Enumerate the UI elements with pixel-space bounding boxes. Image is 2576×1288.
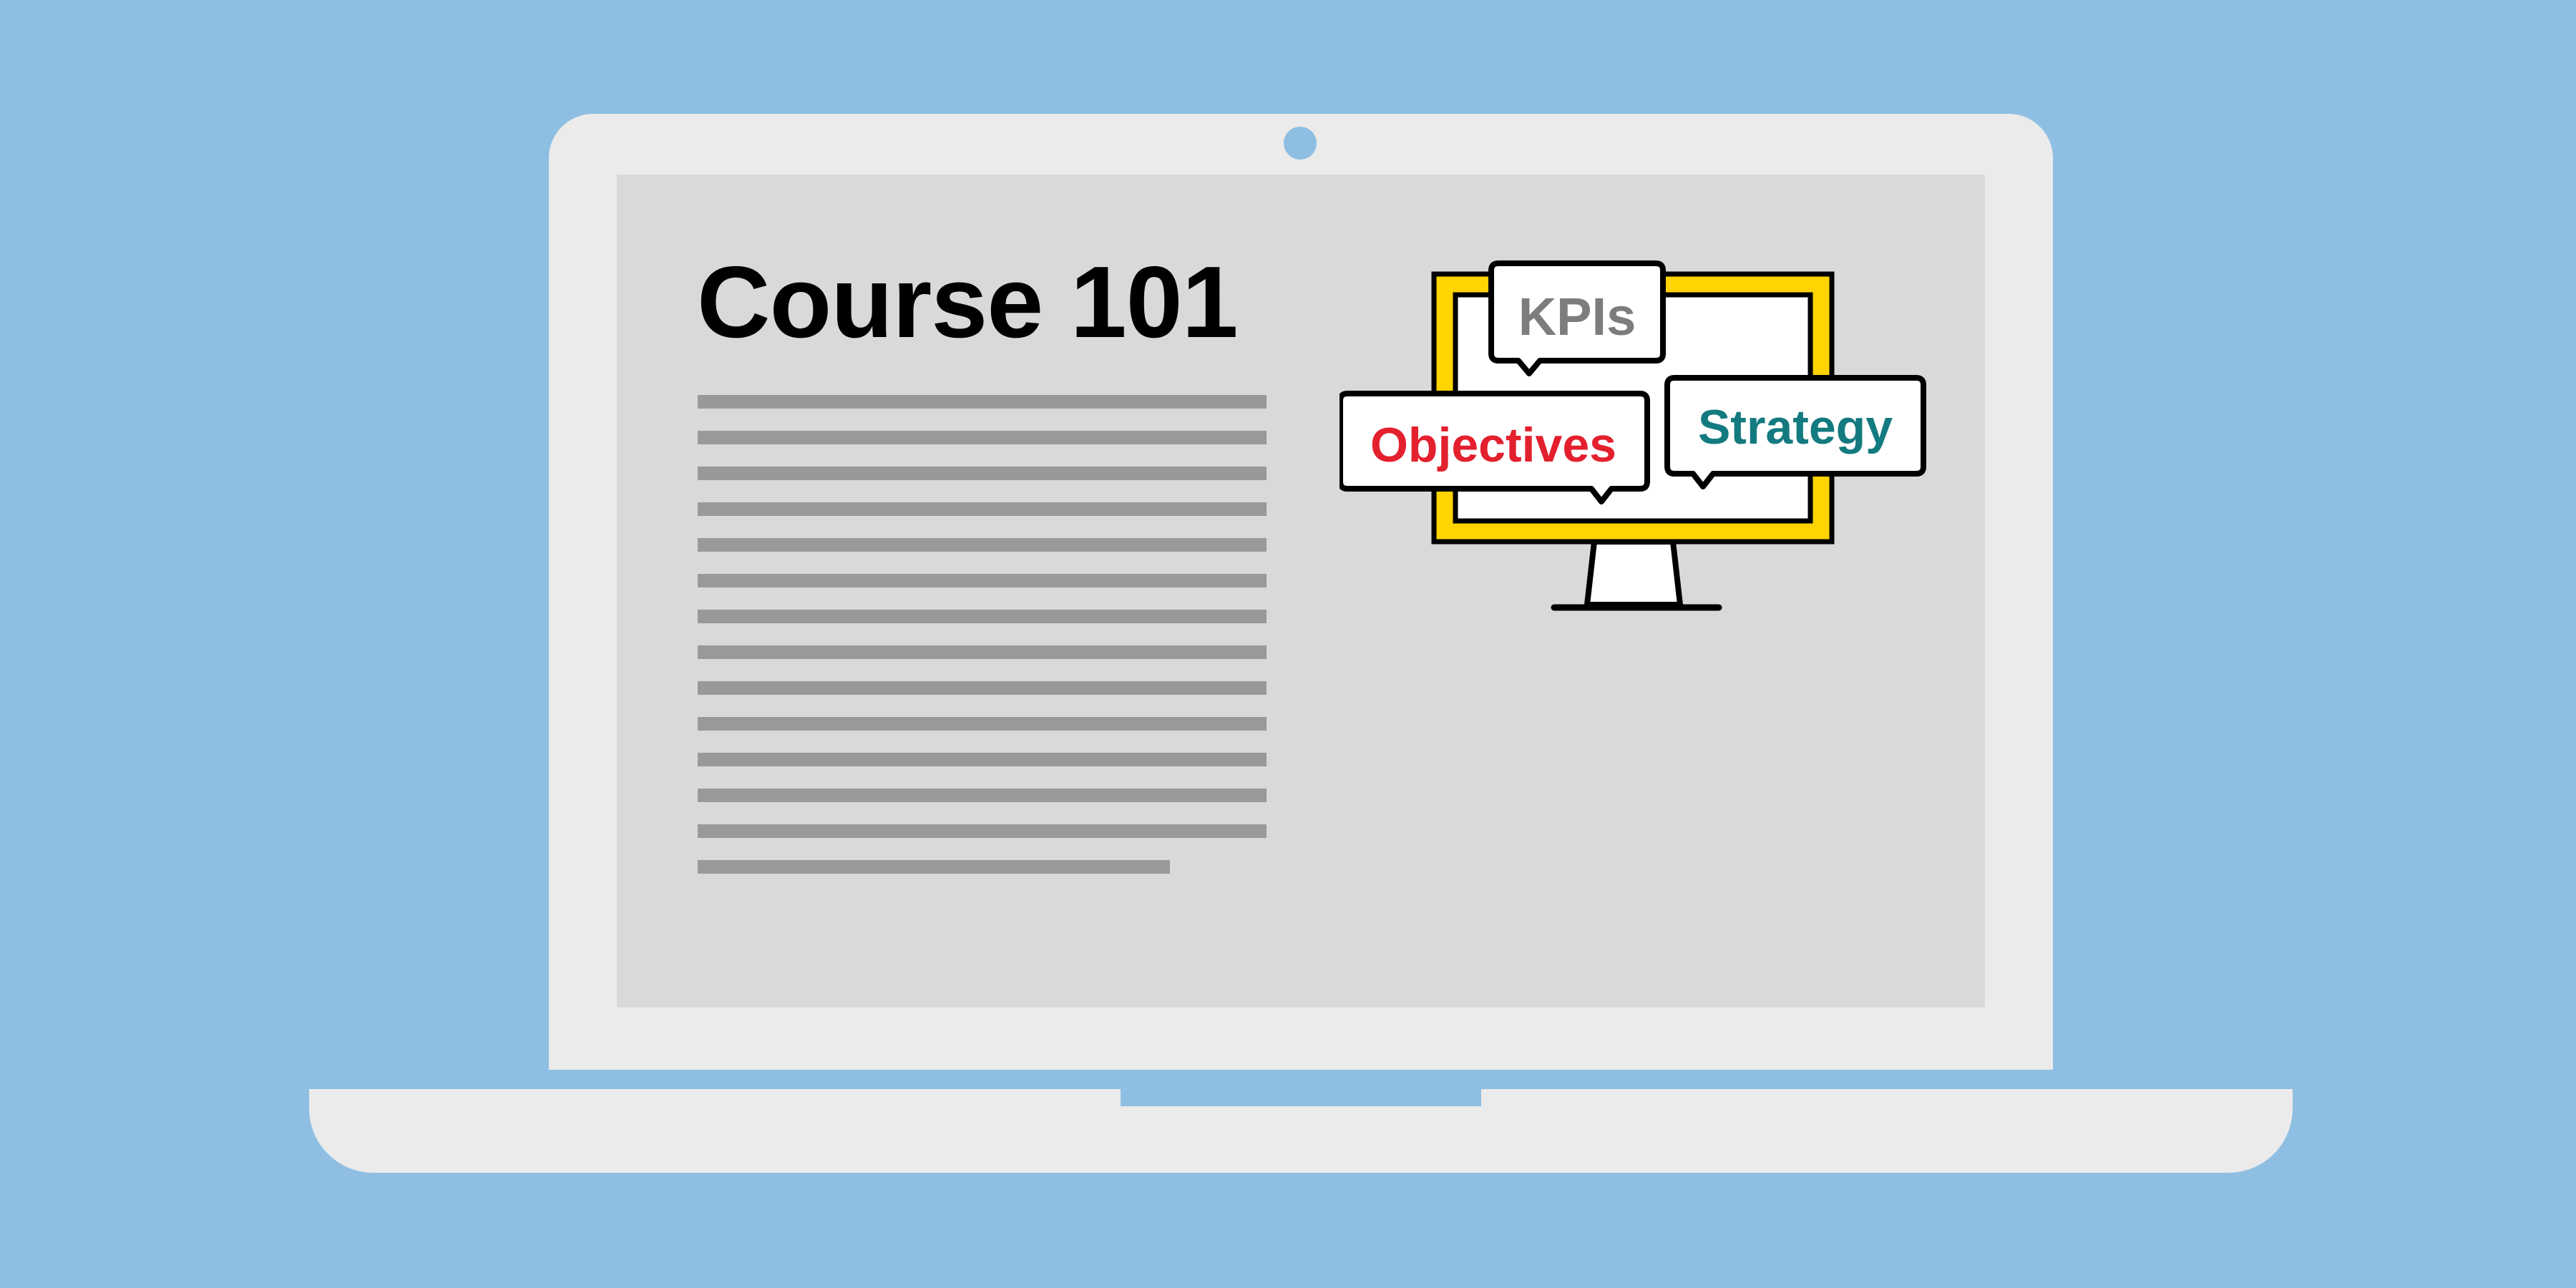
- text-placeholder-line: [698, 717, 1267, 731]
- strategy-label: Strategy: [1698, 400, 1893, 454]
- text-placeholder-line: [698, 681, 1267, 695]
- kpis-label: KPIs: [1518, 287, 1636, 346]
- objectives-bubble: Objectives: [1340, 391, 1650, 504]
- stage: Course 101 KPIs Strategy Objectives: [0, 0, 2576, 1288]
- webcam-icon: [1284, 127, 1317, 160]
- monitor-stand: [1584, 539, 1683, 608]
- kpis-bubble: KPIs: [1488, 260, 1666, 376]
- monitor-illustration-svg: KPIs Strategy Objectives: [1340, 260, 1926, 611]
- objectives-label: Objectives: [1370, 418, 1616, 472]
- text-placeholder-line: [698, 789, 1267, 802]
- text-placeholder-line: [698, 860, 1170, 874]
- course-title: Course 101: [697, 245, 1239, 359]
- text-placeholder-line: [698, 824, 1267, 838]
- text-placeholder-line: [698, 753, 1267, 766]
- strategy-bubble: Strategy: [1664, 375, 1926, 489]
- text-placeholder-line: [698, 574, 1267, 587]
- text-placeholder-line: [698, 645, 1267, 659]
- text-placeholder-line: [698, 431, 1267, 444]
- text-placeholder-line: [698, 467, 1267, 480]
- text-placeholder-line: [698, 538, 1267, 552]
- laptop-base-notch: [1121, 1089, 1481, 1106]
- monitor-illustration: KPIs Strategy Objectives: [1340, 258, 1933, 615]
- text-placeholder-line: [698, 610, 1267, 623]
- text-placeholder-line: [698, 502, 1267, 516]
- laptop-base: [309, 1089, 2293, 1173]
- text-placeholder-line: [698, 395, 1267, 409]
- course-description-placeholder: [698, 395, 1267, 896]
